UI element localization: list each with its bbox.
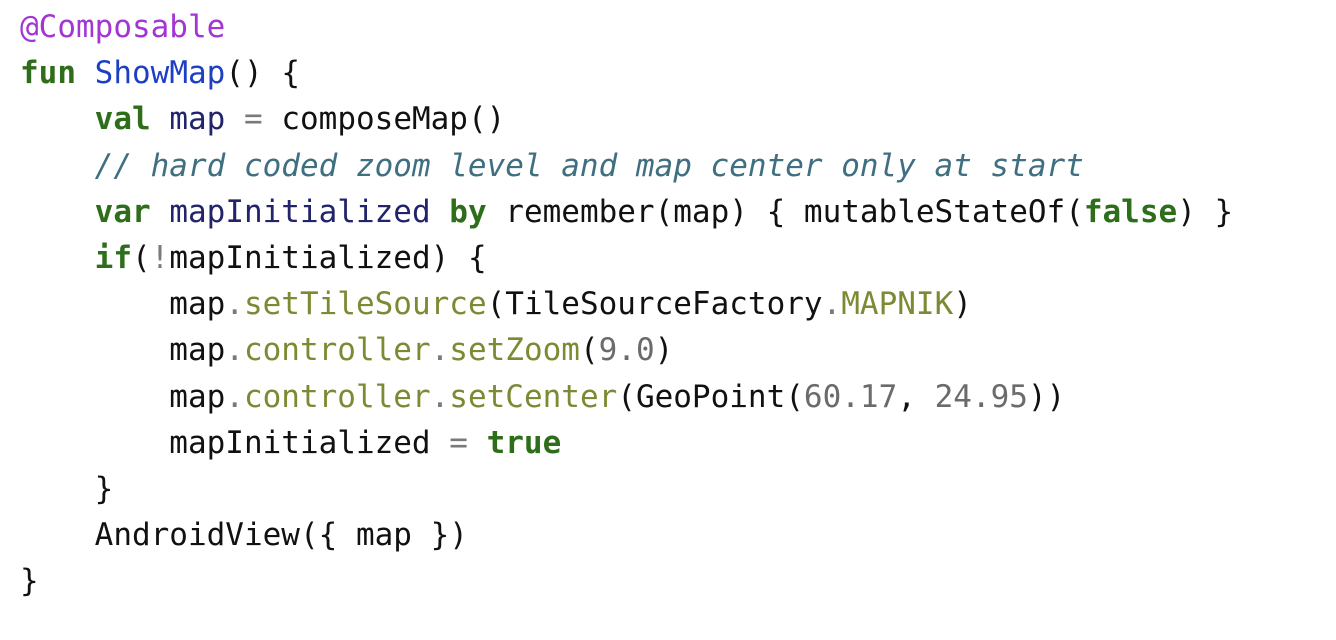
code-token-keyword: val: [94, 101, 151, 138]
code-line: mapInitialized = true: [20, 420, 1233, 466]
code-token-plain: ) }: [1177, 193, 1234, 230]
code-token-plain: composeMap(): [262, 101, 506, 138]
code-token-keyword: fun: [20, 55, 76, 92]
code-token-number: 9.0: [598, 332, 655, 369]
code-token-plain: () {: [225, 55, 300, 92]
code-token-function: ShowMap: [94, 55, 226, 92]
code-token-plain: remember(map) { mutableStateOf(: [486, 193, 1084, 230]
code-token-keyword: if: [94, 239, 132, 276]
code-line: @Composable: [20, 4, 1233, 50]
code-token-operator: .: [225, 286, 244, 323]
code-token-operator: =: [449, 424, 468, 461]
code-token-plain: (: [579, 332, 599, 369]
code-token-annotation: @Composable: [20, 9, 226, 45]
code-token-operator: .: [225, 332, 244, 369]
code-token-operator: .: [430, 378, 450, 415]
code-token-plain: }: [20, 563, 39, 600]
code-token-member: setZoom: [449, 332, 580, 369]
code-token-operator: .: [822, 286, 842, 323]
code-token-operator: !: [150, 239, 170, 276]
code-line: // hard coded zoom level and map center …: [20, 143, 1233, 189]
code-token-plain: mapInitialized) {: [169, 239, 487, 276]
code-token-number: 60.17: [803, 378, 898, 415]
code-line: map.setTileSource(TileSourceFactory.MAPN…: [20, 281, 1233, 327]
code-token-variable: mapInitialized: [169, 193, 431, 230]
code-token-plain: )): [1027, 378, 1066, 415]
code-token-plain: }: [20, 470, 114, 507]
code-line: }: [20, 466, 1233, 512]
code-token-plain: ): [953, 286, 972, 323]
code-token-plain: ,: [897, 378, 935, 415]
code-line: var mapInitialized by remember(map) { mu…: [20, 189, 1234, 235]
code-line: AndroidView({ map }): [20, 512, 1233, 558]
code-token-member: setTileSource: [243, 286, 487, 323]
code-token-plain: mapInitialized: [20, 424, 450, 461]
code-token-operator: .: [225, 378, 244, 415]
code-token-keyword: true: [486, 424, 562, 461]
code-token-plain: map: [20, 378, 226, 415]
code-token-operator: .: [430, 332, 450, 369]
code-token-keyword: var: [94, 193, 151, 230]
code-token-plain: map: [20, 332, 226, 369]
code-line: map.controller.setCenter(GeoPoint(60.17,…: [20, 374, 1233, 420]
code-token-operator: =: [244, 101, 263, 138]
code-token-member: controller: [243, 378, 431, 415]
code-token-plain: map: [20, 286, 226, 323]
code-token-keyword: by: [449, 193, 487, 230]
code-token-plain: (: [131, 239, 151, 276]
code-block: @Composable fun ShowMap() { val map = com…: [20, 4, 1233, 604]
code-token-keyword: false: [1083, 193, 1178, 230]
code-token-member: setCenter: [449, 378, 618, 415]
code-token-variable: map: [169, 101, 226, 138]
code-token-plain: (TileSourceFactory: [486, 286, 823, 323]
code-line: if(!mapInitialized) {: [20, 235, 1233, 281]
code-token-plain: (GeoPoint(: [617, 378, 804, 415]
code-token-number: 24.95: [934, 378, 1028, 415]
code-line: }: [20, 558, 1233, 604]
code-line: val map = composeMap(): [20, 96, 1233, 142]
code-token-member: controller: [243, 332, 431, 369]
code-token-member: MAPNIK: [841, 286, 954, 323]
code-token-plain: ): [654, 332, 674, 369]
code-token-plain: AndroidView({ map }): [20, 517, 468, 554]
code-line: fun ShowMap() {: [20, 50, 1233, 96]
code-token-comment: // hard coded zoom level and map center …: [94, 147, 1084, 184]
code-line: map.controller.setZoom(9.0): [20, 327, 1233, 373]
